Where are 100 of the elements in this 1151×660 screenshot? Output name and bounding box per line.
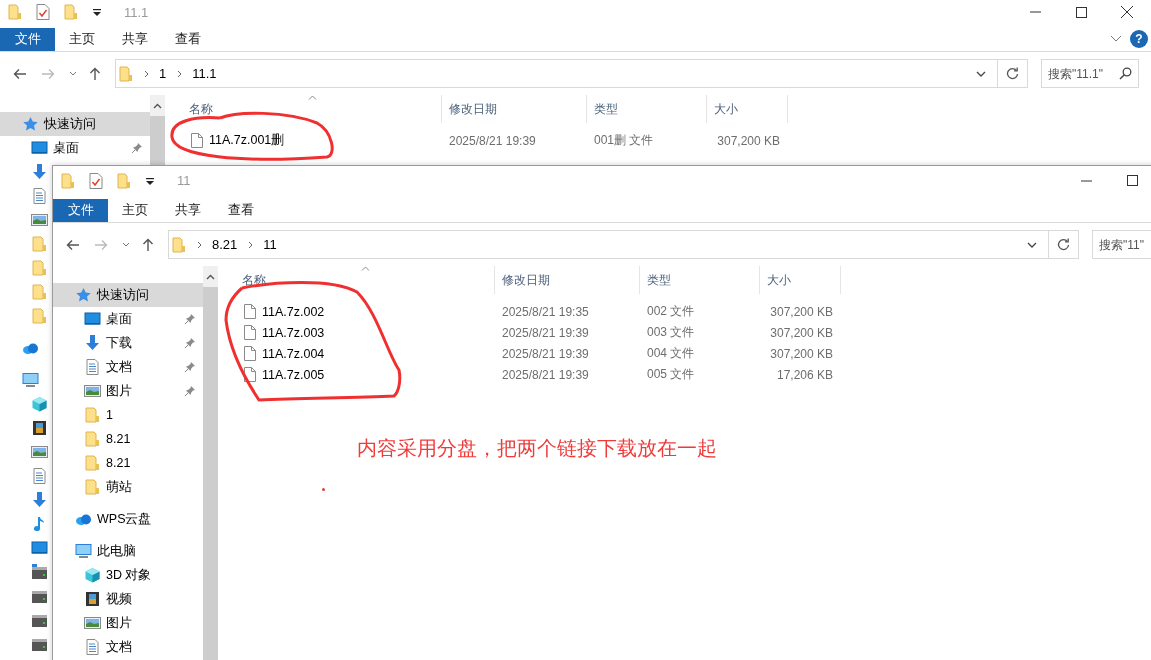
pin-icon[interactable] — [184, 337, 196, 349]
date-cell-text: 2025/8/21 19:39 — [501, 367, 590, 382]
file-name-cell[interactable]: 11A.7z.005 — [218, 367, 495, 382]
column-header[interactable]: 大小 — [707, 95, 788, 123]
breadcrumb-item[interactable]: 1 — [159, 66, 167, 81]
type-cell-text: 002 文件 — [646, 303, 696, 320]
scroll-up-icon[interactable] — [206, 274, 215, 280]
document-icon — [84, 639, 101, 655]
checklist-icon[interactable] — [89, 172, 103, 189]
sidebar-item[interactable]: 桌面 — [0, 136, 150, 160]
chevron-right-icon[interactable] — [197, 240, 202, 249]
ribbon-tab[interactable]: 主页 — [55, 27, 108, 51]
sidebar-item[interactable]: WPS云盘 — [53, 507, 203, 531]
date-cell-text: 2025/8/21 19:35 — [501, 304, 590, 319]
pin-icon[interactable] — [184, 313, 196, 325]
sidebar-item[interactable]: 快速访问 — [53, 283, 203, 307]
close-icon — [1121, 6, 1133, 18]
search-field[interactable]: 搜索"11" — [1092, 230, 1151, 259]
maximize-icon — [1126, 175, 1138, 186]
folder-icon — [31, 260, 48, 276]
ribbon-tab[interactable]: 主页 — [108, 198, 161, 222]
sidebar-item[interactable]: 图片 — [53, 379, 203, 403]
chevron-right-icon[interactable] — [144, 69, 149, 78]
sidebar-label: 图片 — [106, 382, 132, 400]
ribbon-tab[interactable]: 查看 — [214, 198, 267, 222]
folder-icon — [84, 455, 101, 471]
chevron-down-icon[interactable] — [122, 242, 130, 247]
ribbon-tab[interactable]: 查看 — [161, 27, 214, 51]
address-bar[interactable]: 1 11.1 — [115, 59, 998, 88]
back-arrow-icon[interactable] — [13, 67, 27, 80]
chevron-right-icon[interactable] — [177, 69, 183, 78]
address-bar[interactable]: 8.21 11 — [168, 230, 1049, 259]
sidebar-item[interactable]: 桌面 — [53, 307, 203, 331]
sidebar-item[interactable]: 1 — [53, 403, 203, 427]
breadcrumb-item[interactable]: 11.1 — [192, 66, 217, 81]
sidebar-item[interactable]: 8.21 — [53, 427, 203, 451]
file-name-cell[interactable]: 11A.7z.004 — [218, 346, 495, 361]
chevron-down-icon[interactable] — [1027, 241, 1037, 248]
chevron-down-icon[interactable] — [69, 71, 77, 76]
drive-icon — [31, 588, 48, 604]
size-cell-text: 307,200 KB — [769, 325, 834, 340]
sidebar-item[interactable]: 文档 — [53, 355, 203, 379]
column-header[interactable]: 类型 — [587, 95, 707, 123]
search-field[interactable]: 搜索"11.1" — [1041, 59, 1139, 88]
pin-icon[interactable] — [184, 361, 196, 373]
column-header[interactable]: 修改日期 — [442, 95, 587, 123]
sidebar-item[interactable]: 8.21 — [53, 451, 203, 475]
refresh-button[interactable] — [998, 59, 1028, 88]
minimize-icon — [1080, 179, 1092, 182]
pin-icon[interactable] — [131, 142, 143, 154]
back-arrow-icon[interactable] — [66, 238, 80, 251]
sidebar-item[interactable]: 快速访问 — [0, 112, 150, 136]
ribbon-tab[interactable]: 文件 — [0, 27, 55, 51]
column-header[interactable]: 名称 — [165, 95, 442, 123]
column-header[interactable]: 大小 — [760, 266, 841, 294]
file-icon — [244, 367, 256, 382]
dropdown-icon[interactable] — [92, 7, 102, 17]
ribbon-tab[interactable]: 共享 — [108, 27, 161, 51]
column-header[interactable]: 修改日期 — [495, 266, 640, 294]
pin-icon[interactable] — [184, 385, 196, 397]
star-icon — [22, 116, 39, 132]
chevron-down-icon[interactable] — [976, 70, 986, 77]
sidebar-item[interactable]: 3D 对象 — [53, 563, 203, 587]
refresh-button[interactable] — [1049, 230, 1079, 259]
sidebar-item[interactable]: 视频 — [53, 587, 203, 611]
up-arrow-icon[interactable] — [142, 237, 154, 252]
sidebar-item[interactable]: 文档 — [53, 635, 203, 659]
scroll-up-icon[interactable] — [153, 103, 162, 109]
cube-icon — [84, 567, 101, 583]
sidebar-label: WPS云盘 — [97, 510, 152, 528]
dropdown-icon[interactable] — [145, 175, 155, 186]
file-name-cell[interactable]: 11A.7z.001删 — [165, 132, 442, 149]
chevron-icon[interactable] — [1110, 35, 1122, 43]
size-cell-text: 307,200 KB — [716, 133, 781, 148]
drive-icon — [31, 564, 48, 580]
breadcrumb-item[interactable]: 8.21 — [212, 237, 238, 252]
ribbon-tab[interactable]: 共享 — [161, 198, 214, 222]
sidebar-label: 萌站 — [106, 478, 132, 496]
sidebar-item[interactable]: 此电脑 — [53, 539, 203, 563]
file-name-cell[interactable]: 11A.7z.002 — [218, 304, 495, 319]
column-header[interactable]: 类型 — [640, 266, 760, 294]
date-cell-text: 2025/8/21 19:39 — [501, 346, 590, 361]
sidebar-item[interactable]: 图片 — [53, 611, 203, 635]
breadcrumb-item[interactable]: 11 — [263, 237, 277, 252]
film-icon — [31, 420, 48, 436]
document-icon — [84, 359, 101, 375]
down-arrow-icon — [84, 335, 101, 351]
sidebar-label: 3D 对象 — [106, 566, 152, 584]
document-icon — [31, 188, 48, 204]
chevron-right-icon[interactable] — [248, 240, 254, 249]
sidebar-item[interactable]: 萌站 — [53, 475, 203, 499]
ribbon-tab[interactable]: 文件 — [53, 198, 108, 222]
folder-icon — [31, 236, 48, 252]
window-title: 11.1 — [124, 4, 149, 20]
up-arrow-icon[interactable] — [89, 66, 101, 81]
checklist-icon[interactable] — [36, 4, 50, 20]
image-icon — [84, 383, 101, 399]
file-name-cell[interactable]: 11A.7z.003 — [218, 325, 495, 340]
help-button[interactable]: ? — [1130, 30, 1148, 48]
sidebar-item[interactable]: 下载 — [53, 331, 203, 355]
